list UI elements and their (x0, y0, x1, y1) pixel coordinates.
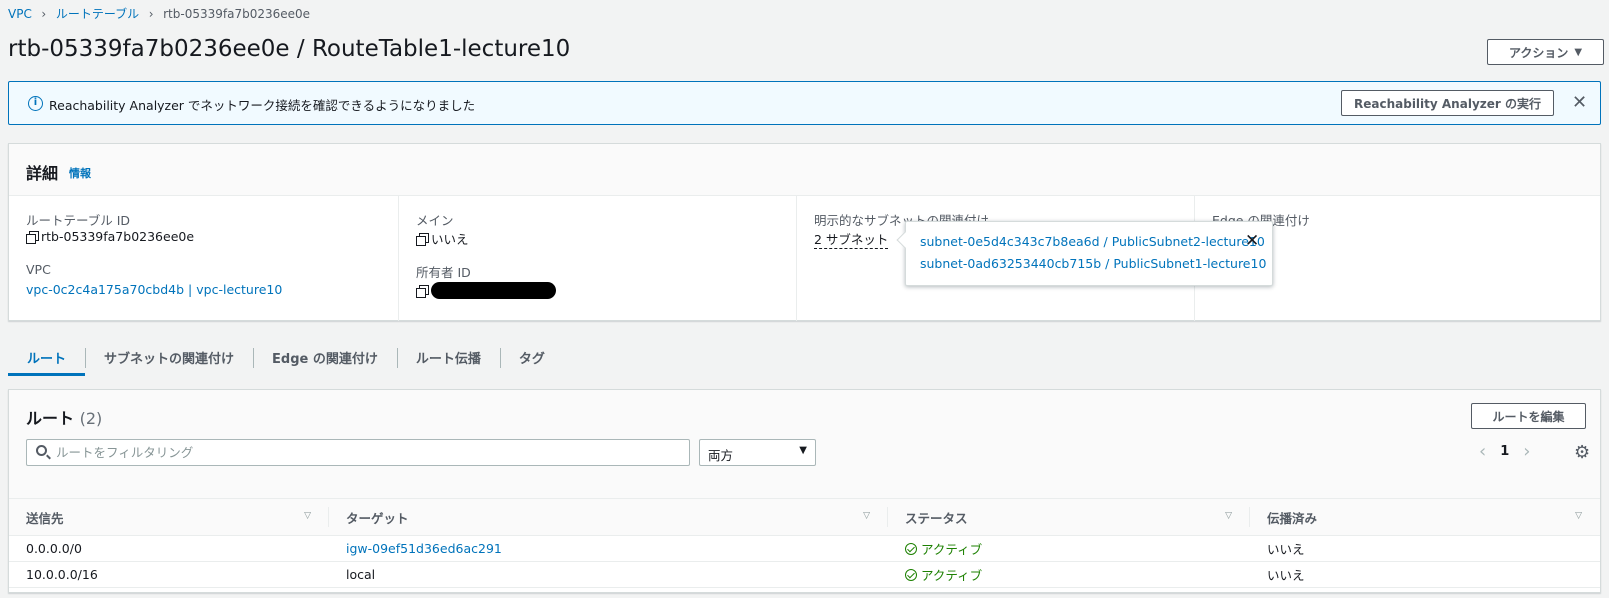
subnet-link-1[interactable]: subnet-0e5d4c343c7b8ea6d / PublicSubnet2… (920, 234, 1265, 249)
column-header-target[interactable]: ターゲット ▽ (329, 498, 888, 536)
tab-tags[interactable]: タグ (499, 342, 564, 376)
breadcrumb: VPC › ルートテーブル › rtb-05339fa7b0236ee0e (8, 5, 310, 22)
sort-icon: ▽ (1575, 511, 1582, 521)
sort-icon: ▽ (863, 511, 870, 521)
vpc-separator: | (188, 282, 193, 297)
run-reachability-analyzer-button[interactable]: Reachability Analyzer の実行 (1341, 90, 1554, 116)
redacted-owner-id (431, 282, 556, 299)
route-table-id-label: ルートテーブル ID (26, 213, 131, 228)
cell-destination: 0.0.0.0/0 (9, 535, 329, 562)
info-link[interactable]: 情報 (69, 165, 91, 181)
routes-header: ルート (2) ルートを編集 両方 ▼ ‹ 1 › ⚙ (9, 390, 1600, 498)
close-icon[interactable]: ✕ (1572, 92, 1587, 113)
pagination: ‹ 1 › (1479, 441, 1530, 462)
main-label: メイン (416, 213, 454, 228)
chevron-right-icon: › (41, 6, 47, 21)
edit-routes-button[interactable]: ルートを編集 (1471, 403, 1586, 429)
sort-icon: ▽ (1225, 511, 1232, 521)
routes-count: (2) (79, 409, 103, 428)
cell-status: アクティブ (888, 561, 1250, 588)
chevron-right-icon[interactable]: › (1523, 441, 1530, 462)
propagation-filter-select[interactable]: 両方 ▼ (699, 439, 816, 466)
table-row: 10.0.0.0/16 local アクティブ いいえ (9, 561, 1600, 588)
chevron-right-icon: › (148, 6, 154, 21)
column-label: ステータス (905, 510, 968, 526)
owner-id-label: 所有者 ID (416, 265, 471, 280)
subnet-associations-value[interactable]: 2 サブネット (814, 229, 889, 249)
tab-subnet-associations[interactable]: サブネットの関連付け (85, 342, 253, 376)
status-badge: アクティブ (905, 539, 982, 558)
column-label: 送信先 (26, 510, 64, 526)
details-title: 詳細 (26, 164, 59, 183)
vpc-value: vpc-0c2c4a175a70cbd4b | vpc-lecture10 (26, 282, 282, 297)
main-value: いいえ (416, 229, 469, 248)
cell-target: igw-09ef51d36ed6ac291 (329, 535, 888, 562)
routes-panel: ルート (2) ルートを編集 両方 ▼ ‹ 1 › ⚙ 送信先 ▽ ターゲット ▽ … (8, 389, 1601, 593)
column-label: ターゲット (346, 510, 409, 526)
tab-routes[interactable]: ルート (8, 342, 86, 376)
tab-route-propagation[interactable]: ルート伝播 (396, 342, 500, 376)
info-banner-message: Reachability Analyzer でネットワーク接続を確認できるように… (49, 98, 476, 113)
breadcrumb-current: rtb-05339fa7b0236ee0e (163, 6, 311, 21)
caret-down-icon: ▼ (799, 445, 807, 456)
subnet-popover: subnet-0e5d4c343c7b8ea6d / PublicSubnet2… (896, 221, 1273, 286)
details-column-2: メイン いいえ 所有者 ID (399, 196, 797, 321)
status-text: アクティブ (921, 568, 983, 583)
column-label: 伝播済み (1267, 510, 1318, 526)
breadcrumb-vpc-link[interactable]: VPC (8, 7, 32, 21)
cell-target: local (329, 561, 888, 588)
close-icon[interactable]: ✕ (1245, 231, 1259, 251)
search-input[interactable] (56, 443, 676, 462)
routes-title: ルート (2) (26, 405, 102, 429)
vpc-id-link[interactable]: vpc-0c2c4a175a70cbd4b (26, 282, 184, 297)
table-header-row: 送信先 ▽ ターゲット ▽ ステータス ▽ 伝播済み ▽ (9, 498, 1600, 536)
search-field (26, 439, 690, 466)
column-header-destination[interactable]: 送信先 ▽ (9, 498, 329, 536)
tab-edge-associations[interactable]: Edge の関連付け (253, 342, 397, 376)
copy-icon[interactable] (26, 231, 39, 244)
target-link[interactable]: igw-09ef51d36ed6ac291 (346, 541, 502, 556)
route-table-id-text: rtb-05339fa7b0236ee0e (41, 229, 195, 244)
column-header-propagated[interactable]: 伝播済み ▽ (1250, 498, 1600, 536)
main-value-text: いいえ (431, 232, 469, 247)
breadcrumb-route-tables-link[interactable]: ルートテーブル (56, 5, 139, 22)
select-value: 両方 (708, 448, 734, 463)
actions-button[interactable]: アクション ▼ (1487, 39, 1604, 65)
gear-icon[interactable]: ⚙ (1574, 442, 1590, 463)
subnet-link-2[interactable]: subnet-0ad63253440cb715b / PublicSubnet1… (920, 256, 1266, 271)
vpc-label: VPC (26, 262, 51, 277)
details-column-1: ルートテーブル ID rtb-05339fa7b0236ee0e VPC vpc… (9, 196, 399, 321)
check-circle-icon (905, 568, 917, 581)
status-text: アクティブ (921, 542, 983, 557)
copy-icon[interactable] (416, 285, 429, 298)
copy-icon[interactable] (416, 233, 429, 246)
vpc-name-link[interactable]: vpc-lecture10 (196, 282, 282, 297)
tab-bar: ルート サブネットの関連付け Edge の関連付け ルート伝播 タグ (8, 342, 564, 376)
cell-propagated: いいえ (1250, 535, 1600, 562)
chevron-left-icon[interactable]: ‹ (1479, 441, 1486, 462)
cell-propagated: いいえ (1250, 561, 1600, 588)
caret-down-icon: ▼ (1574, 46, 1583, 58)
sort-icon: ▽ (304, 511, 311, 521)
details-panel: 詳細 情報 ルートテーブル ID rtb-05339fa7b0236ee0e V… (8, 143, 1601, 321)
actions-button-label: アクション (1508, 45, 1569, 60)
info-banner: i Reachability Analyzer でネットワーク接続を確認できるよ… (8, 81, 1601, 125)
routes-table: 送信先 ▽ ターゲット ▽ ステータス ▽ 伝播済み ▽ 0.0.0.0/0 igw-0… (9, 498, 1600, 588)
details-header: 詳細 情報 (9, 144, 1600, 196)
column-header-status[interactable]: ステータス ▽ (888, 498, 1250, 536)
cell-status: アクティブ (888, 535, 1250, 562)
info-icon: i (28, 96, 43, 111)
page-title: rtb-05339fa7b0236ee0e / RouteTable1-lect… (8, 36, 571, 62)
table-row: 0.0.0.0/0 igw-09ef51d36ed6ac291 アクティブ いい… (9, 535, 1600, 562)
routes-title-text: ルート (26, 409, 75, 428)
cell-destination: 10.0.0.0/16 (9, 561, 329, 588)
search-icon (36, 445, 47, 456)
status-badge: アクティブ (905, 565, 982, 584)
owner-id-value (416, 282, 556, 299)
page-number[interactable]: 1 (1500, 444, 1509, 459)
route-table-id-value: rtb-05339fa7b0236ee0e (26, 229, 194, 244)
check-circle-icon (905, 542, 917, 555)
